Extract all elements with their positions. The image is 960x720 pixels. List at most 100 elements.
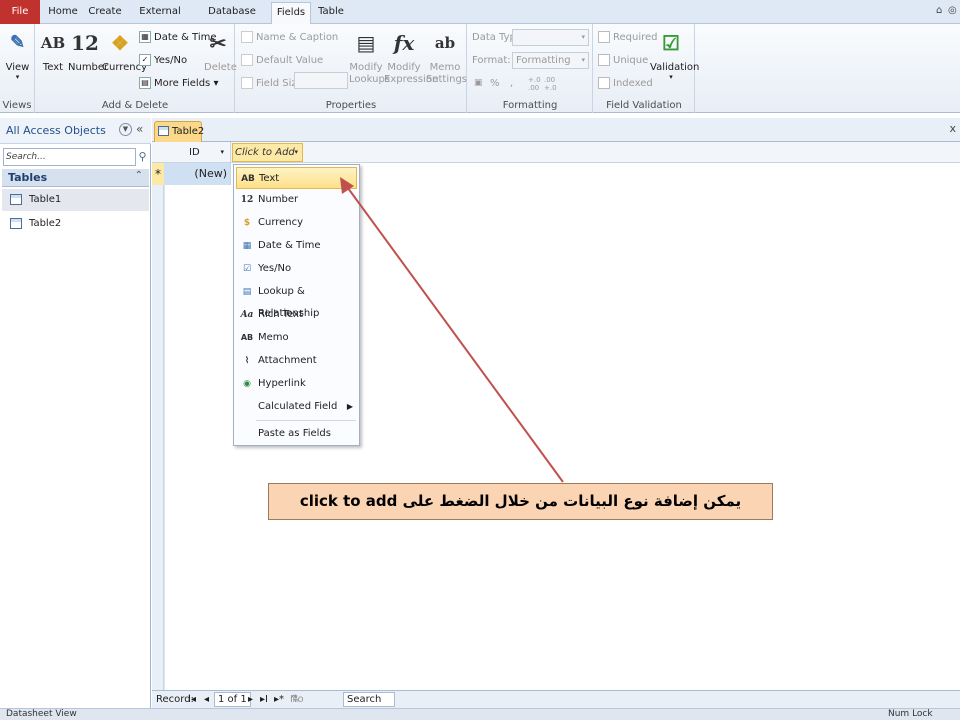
add-text-label: Text	[42, 62, 64, 73]
instruction-callout: يمكن إضافة نوع البيانات من خلال الضغط عل…	[268, 483, 773, 520]
group-label-add-delete: Add & Delete	[101, 100, 169, 111]
indexed-checkbox[interactable]: Indexed	[598, 77, 653, 89]
chevron-down-icon: ▾	[581, 56, 585, 64]
format-label: Format:	[472, 55, 511, 66]
next-record-button[interactable]: ▸	[248, 691, 253, 708]
add-number-button[interactable]: 12 Number	[68, 28, 108, 73]
validation-button[interactable]: ☑ Validation ▾	[650, 28, 699, 81]
more-fields-label: More Fields	[154, 78, 211, 89]
required-checkbox[interactable]: Required	[598, 31, 658, 43]
delete-column-icon: ✂	[209, 31, 227, 55]
unique-checkbox[interactable]: Unique	[598, 54, 648, 66]
paperclip-icon: ⌇	[244, 356, 250, 366]
new-record-button[interactable]: ▸*	[274, 691, 284, 708]
tab-create[interactable]: Create	[86, 2, 124, 24]
menu-item-memo[interactable]: AB Memo	[236, 327, 357, 349]
nav-title[interactable]: All Access Objects	[6, 124, 106, 137]
decrease-decimals-button[interactable]: .00 +.0	[544, 76, 566, 92]
menu-item-label: Attachment	[258, 355, 317, 366]
menu-item-date-time[interactable]: ▦ Date & Time	[236, 235, 357, 257]
menu-item-paste-as-fields[interactable]: Paste as Fields	[236, 423, 357, 445]
add-yes-no-button[interactable]: ✓ Yes/No	[139, 54, 187, 66]
last-record-button[interactable]: ▸I	[260, 691, 268, 708]
menu-item-yes-no[interactable]: ☑ Yes/No	[236, 258, 357, 280]
menu-item-number[interactable]: 12 Number	[236, 189, 357, 211]
click-to-add-header[interactable]: Click to Add ▾	[232, 143, 303, 162]
menu-item-calculated-field[interactable]: Calculated Field ▶	[236, 396, 357, 418]
chevron-down-icon[interactable]: ▾	[220, 142, 224, 163]
help-home-icon[interactable]: ⌂	[936, 5, 942, 16]
column-header-label: ID	[189, 147, 200, 158]
modify-expression-button[interactable]: fx Modify Expression	[384, 28, 438, 86]
nav-item-label: Table2	[29, 218, 62, 229]
nav-item-table1[interactable]: Table1	[2, 189, 149, 211]
add-currency-button[interactable]: ❖ Currency	[102, 28, 147, 73]
prev-record-button[interactable]: ◂	[204, 691, 209, 708]
close-icon[interactable]: x	[949, 122, 956, 135]
document-tab-table2[interactable]: Table2	[154, 121, 205, 142]
tables-section-header[interactable]: Tables ⌃	[2, 169, 149, 187]
menu-item-attachment[interactable]: ⌇ Attachment	[236, 350, 357, 372]
tab-file[interactable]: File	[0, 0, 40, 24]
name-caption-label: Name & Caption	[256, 32, 339, 43]
memo-settings-line1: Memo	[429, 62, 461, 73]
tab-home[interactable]: Home	[43, 2, 83, 24]
chevron-down-icon[interactable]: ▾	[294, 144, 298, 161]
help-icon[interactable]: ◎	[948, 5, 957, 16]
nav-search-input[interactable]: Search...	[3, 148, 136, 166]
collapse-pane-icon[interactable]: «	[136, 122, 143, 136]
first-record-button[interactable]: I◂	[188, 691, 196, 708]
memo-settings-button[interactable]: ab Memo Settings	[426, 28, 467, 86]
new-record-id-cell[interactable]: (New)	[164, 163, 231, 185]
new-record-marker: *	[152, 163, 164, 185]
currency-icon: $	[243, 218, 251, 228]
menu-item-label: Currency	[258, 217, 304, 228]
pencil-ruler-icon: ✎	[9, 32, 26, 53]
record-search-input[interactable]: Search	[343, 692, 395, 707]
menu-item-hyperlink[interactable]: ◉ Hyperlink	[236, 373, 357, 395]
menu-item-currency[interactable]: $ Currency	[236, 212, 357, 234]
column-header-id[interactable]: ID ▾	[164, 142, 231, 163]
data-type-select[interactable]: ▾	[512, 29, 589, 46]
menu-item-label: Memo	[258, 332, 289, 343]
currency-icon: ❖	[111, 31, 129, 55]
comma-format-button[interactable]: ,	[510, 78, 513, 89]
click-to-add-label: Click to Add	[235, 147, 295, 158]
tab-fields[interactable]: Fields	[271, 2, 311, 25]
percent-format-button[interactable]: %	[490, 78, 500, 89]
chevron-down-icon[interactable]: ▼	[119, 123, 132, 136]
view-button[interactable]: ✎ View ▾	[2, 28, 33, 81]
default-value-button[interactable]: Default Value	[241, 54, 323, 66]
menu-item-text[interactable]: AB Text	[236, 167, 357, 189]
ribbon: ✎ View ▾ Views AB Text 12 Number ❖ Curre…	[0, 24, 960, 113]
group-label-views: Views	[2, 100, 32, 111]
modify-expression-line1: Modify	[387, 62, 421, 73]
group-label-properties: Properties	[325, 100, 377, 111]
tab-external-data[interactable]: External Data	[128, 2, 192, 37]
field-type-menu: AB Text 12 Number $ Currency ▦ Date & Ti…	[233, 164, 360, 446]
table-icon	[10, 194, 22, 205]
group-views: ✎ View ▾ Views	[0, 24, 35, 113]
current-record-input[interactable]: 1 of 1	[214, 692, 251, 707]
format-select[interactable]: Formatting ▾	[512, 52, 589, 69]
tab-database-tools[interactable]: Database Tools	[196, 2, 268, 37]
menu-item-rich-text[interactable]: Aa Rich Text	[236, 304, 357, 326]
modify-lookups-button[interactable]: ▤ Modify Lookups	[349, 28, 390, 86]
menu-item-lookup-relationship[interactable]: ▤ Lookup & Relationship	[236, 281, 357, 319]
nav-item-table2[interactable]: Table2	[2, 213, 149, 235]
document-tab-label: Table2	[172, 126, 205, 137]
more-fields-button[interactable]: ▤ More Fields ▾	[139, 77, 218, 89]
format-value: Formatting	[516, 55, 571, 66]
add-yes-no-label: Yes/No	[154, 55, 188, 66]
tab-table[interactable]: Table	[314, 2, 348, 24]
delete-field-button[interactable]: ✂ Delete	[204, 28, 237, 73]
field-size-input[interactable]	[294, 72, 348, 89]
search-icon[interactable]: ⚲	[136, 148, 149, 166]
currency-format-button[interactable]: ▣	[474, 78, 483, 88]
group-field-validation: Required Unique Indexed ☑ Validation ▾ F…	[594, 24, 699, 113]
status-bar: Datasheet View Num Lock	[0, 708, 960, 720]
add-text-button[interactable]: AB Text	[40, 28, 66, 73]
name-caption-button[interactable]: Name & Caption	[241, 31, 338, 43]
menu-item-label: Number	[258, 194, 299, 205]
ribbon-tab-bar: File Home Create External Data Database …	[0, 0, 960, 37]
